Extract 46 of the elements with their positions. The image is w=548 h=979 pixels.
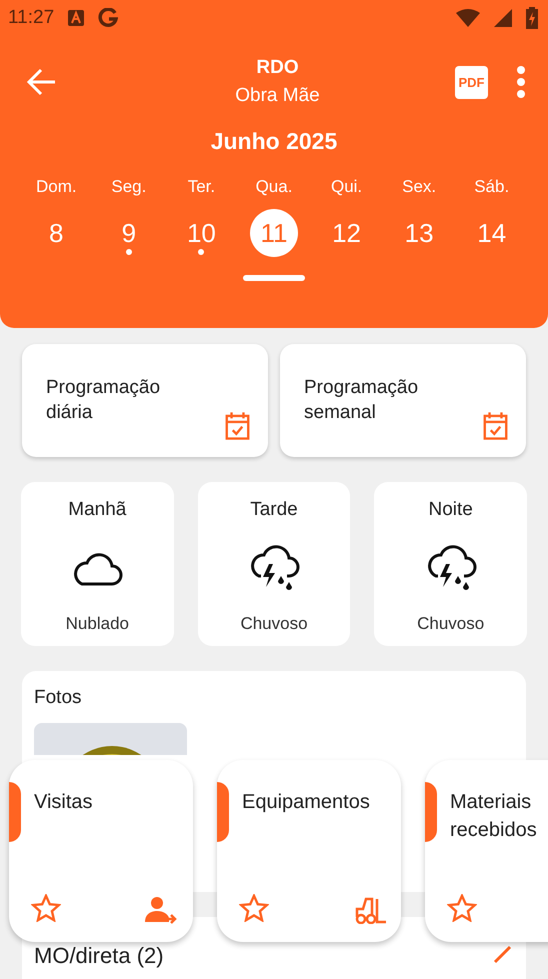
back-arrow-icon[interactable]: [26, 68, 56, 96]
accent-tab: [217, 782, 229, 842]
g-notification-icon: [98, 8, 118, 28]
section-title: Fotos: [34, 687, 83, 709]
signal-icon: [494, 9, 512, 27]
drag-handle[interactable]: [243, 275, 305, 281]
accent-tab: [425, 782, 437, 842]
shortcut-card[interactable]: Materiais recebidos: [425, 760, 548, 942]
star-icon[interactable]: [239, 894, 269, 922]
accent-tab: [9, 782, 21, 842]
more-options-icon[interactable]: [516, 66, 526, 98]
weather-condition: Nublado: [66, 614, 129, 634]
star-icon[interactable]: [447, 894, 477, 922]
section-title: MO/direta (2): [34, 943, 164, 969]
weekday-label: Sáb.: [474, 177, 510, 197]
calendar-check-icon: [481, 410, 510, 441]
program-card[interactable]: Programação diária: [22, 344, 268, 457]
edit-pencil-icon[interactable]: [492, 943, 514, 965]
shortcut-card[interactable]: Visitas: [9, 760, 193, 942]
weather-condition: Chuvoso: [417, 614, 484, 634]
program-card[interactable]: Programação semanal: [280, 344, 526, 457]
period-label: Noite: [428, 499, 473, 521]
weekday-label: Ter.: [188, 177, 216, 197]
app-notification-icon: [68, 10, 84, 26]
weekday-label: Dom.: [36, 177, 77, 197]
person-arrow-icon: [145, 896, 179, 924]
weekday-label: Seg.: [111, 177, 146, 197]
weather-card[interactable]: Tarde Chuvoso: [198, 482, 350, 646]
weekday-label: Qua.: [256, 177, 292, 197]
calendar-check-icon: [223, 410, 252, 441]
battery-icon: [526, 7, 538, 29]
weather-card[interactable]: Noite Chuvoso: [374, 482, 527, 646]
forklift-icon: [355, 897, 387, 924]
screen-subtitle: Obra Mãe: [235, 85, 320, 107]
shortcut-card[interactable]: Equipamentos: [217, 760, 401, 942]
weekday-label: Sex.: [402, 177, 436, 197]
weekday-label: Qui.: [330, 177, 362, 197]
period-label: Manhã: [68, 499, 126, 521]
status-time: 11:27: [8, 7, 54, 29]
month-title: Junho 2025: [210, 128, 338, 155]
weather-condition: Chuvoso: [240, 614, 308, 634]
weather-card[interactable]: Manhã Nublado: [21, 482, 174, 646]
star-icon[interactable]: [31, 894, 61, 922]
wifi-icon: [456, 9, 480, 27]
period-label: Tarde: [250, 499, 298, 521]
screen-title: RDO: [256, 57, 299, 79]
